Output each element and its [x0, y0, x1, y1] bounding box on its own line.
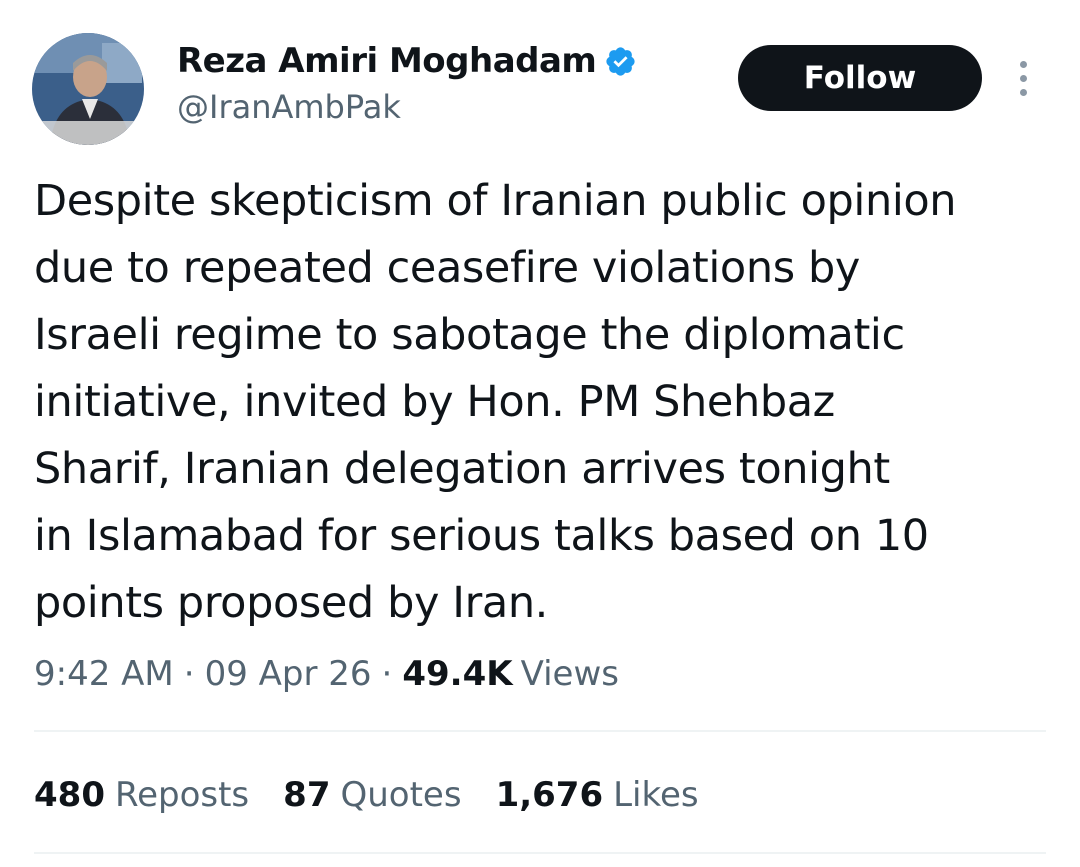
tweet-text-line: initiative, invited by Hon. PM Shehbaz [34, 377, 835, 427]
avatar-photo [32, 33, 144, 145]
follow-button[interactable]: Follow [738, 45, 982, 111]
tweet-text-line: due to repeated ceasefire violations by [34, 243, 860, 293]
meta-separator: · [381, 654, 393, 694]
author-handle[interactable]: @IranAmbPak [177, 88, 401, 126]
tweet-text-line: Israeli regime to sabotage the diplomati… [34, 310, 905, 360]
author-name-row: Reza Amiri Moghadam [177, 38, 637, 84]
tweet-time[interactable]: 9:42 AM [34, 654, 174, 694]
quotes-label: Quotes [340, 775, 462, 815]
tweet-text-line: Despite skepticism of Iranian public opi… [34, 176, 957, 226]
verified-badge-icon [604, 45, 637, 78]
tweet-text-line: in Islamabad for serious talks based on … [34, 511, 929, 561]
reposts-count: 480 [34, 775, 105, 815]
reposts-label: Reposts [114, 775, 250, 815]
views-count: 49.4K [402, 654, 513, 694]
quotes-stat[interactable]: 87 Quotes [283, 775, 461, 815]
likes-stat[interactable]: 1,676 Likes [496, 775, 699, 815]
more-dot [1019, 88, 1027, 96]
likes-count: 1,676 [495, 775, 604, 815]
author-display-name[interactable]: Reza Amiri Moghadam [177, 41, 597, 81]
tweet-text-line: Sharif, Iranian delegation arrives tonig… [34, 444, 890, 494]
views-label: Views [520, 654, 619, 694]
tweet-meta: 9:42 AM · 09 Apr 26 · 49.4K Views [34, 650, 619, 698]
divider [34, 730, 1046, 732]
divider [34, 852, 1046, 854]
reposts-stat[interactable]: 480 Reposts [34, 775, 249, 815]
more-dot [1019, 60, 1027, 68]
tweet-text: Despite skepticism of Iranian public opi… [34, 168, 1054, 637]
more-dot [1019, 74, 1027, 82]
meta-separator: · [183, 654, 195, 694]
engagement-stats: 480 Reposts 87 Quotes 1,676 Likes [34, 770, 733, 820]
tweet-date[interactable]: 09 Apr 26 [205, 654, 372, 694]
likes-label: Likes [613, 775, 699, 815]
more-options-icon[interactable] [1008, 56, 1038, 100]
avatar[interactable] [32, 33, 144, 145]
quotes-count: 87 [283, 775, 331, 815]
tweet-text-line: points proposed by Iran. [34, 578, 548, 628]
